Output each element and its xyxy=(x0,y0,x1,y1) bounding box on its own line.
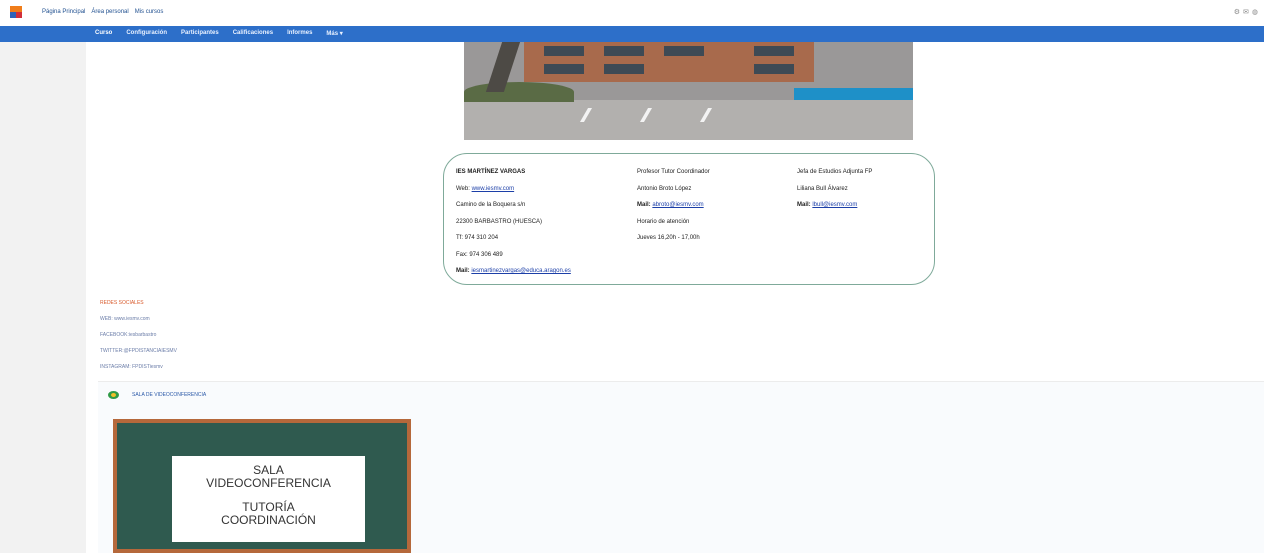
user-icon[interactable]: ◍ xyxy=(1252,8,1258,16)
social-instagram[interactable]: INSTAGRAM: FPDISTiesmv xyxy=(100,359,177,375)
tutor-hours-label: Horario de atención xyxy=(637,218,690,225)
social-heading: REDES SOCIALES xyxy=(100,300,144,306)
head-name: Liliana Bull Álvarez xyxy=(797,185,848,192)
school-phone: Tf: 974 310 204 xyxy=(456,235,499,241)
school-city: 22300 BARBASTRO (HUESCA) xyxy=(456,218,543,225)
contact-info-box: IES MARTÍNEZ VARGAS Web: www.iesmv.com C… xyxy=(443,153,935,285)
nav-item-settings[interactable]: Configuración xyxy=(126,30,167,37)
head-mail-label: Mail: xyxy=(797,202,811,208)
nav-item-reports[interactable]: Informes xyxy=(287,30,312,37)
school-photo xyxy=(464,42,913,140)
tutor-name: Antonio Broto López xyxy=(637,185,692,192)
school-name: IES MARTÍNEZ VARGAS xyxy=(456,169,526,175)
top-link-my-courses[interactable]: Mis cursos xyxy=(135,9,164,15)
social-facebook[interactable]: FACEBOOK:iesbarbastro xyxy=(100,327,177,343)
school-web-label: Web: xyxy=(456,185,470,192)
social-links-list: REDES SOCIALES WEB: www.iesmv.com FACEBO… xyxy=(100,295,177,375)
top-bar: Página Principal Área personal Mis curso… xyxy=(0,0,1264,26)
top-links: Página Principal Área personal Mis curso… xyxy=(42,9,163,15)
videoconference-link[interactable]: SALA DE VIDEOCONFERENCIA xyxy=(132,392,206,398)
school-fax: Fax: 974 306 489 xyxy=(456,251,503,258)
course-navbar: Curso Configuración Participantes Califi… xyxy=(0,26,1264,42)
banner-card: SALA VIDEOCONFERENCIA TUTORÍA COORDINACI… xyxy=(172,456,365,542)
school-contact-column: IES MARTÍNEZ VARGAS Web: www.iesmv.com C… xyxy=(456,164,571,280)
school-mail-link[interactable]: iesmartinezvargas@educa.aragon.es xyxy=(471,268,570,274)
top-icons: ⚙ ✉ ◍ xyxy=(1234,8,1258,16)
settings-icon[interactable]: ⚙ xyxy=(1234,8,1240,16)
videoconference-banner[interactable]: SALA VIDEOCONFERENCIA TUTORÍA COORDINACI… xyxy=(113,419,411,553)
nav-item-grades[interactable]: Calificaciones xyxy=(233,30,273,37)
site-logo[interactable] xyxy=(10,6,22,18)
message-icon[interactable]: ✉ xyxy=(1243,8,1249,16)
tutor-mail-link[interactable]: abroto@iesmv.com xyxy=(652,202,703,208)
nav-item-more[interactable]: Más ▾ xyxy=(326,30,342,37)
sidebar xyxy=(0,42,86,553)
tutor-contact-column: Profesor Tutor Coordinador Antonio Broto… xyxy=(637,164,710,247)
top-link-home[interactable]: Página Principal xyxy=(42,9,85,15)
tutor-mail-label: Mail: xyxy=(637,202,651,208)
head-role: Jefa de Estudios Adjunta FP xyxy=(797,169,873,175)
videoconference-icon[interactable] xyxy=(108,391,119,399)
head-mail-link[interactable]: lbull@iesmv.com xyxy=(812,202,857,208)
school-web-link[interactable]: www.iesmv.com xyxy=(472,186,515,192)
social-web[interactable]: WEB: www.iesmv.com xyxy=(100,311,177,327)
nav-item-course[interactable]: Curso xyxy=(95,30,112,37)
school-address: Camino de la Boquera s/n xyxy=(456,202,526,208)
social-twitter[interactable]: TWITTER:@FPDISTANCIAIESMV xyxy=(100,343,177,359)
nav-item-participants[interactable]: Participantes xyxy=(181,30,219,37)
banner-line-2: VIDEOCONFERENCIA xyxy=(206,476,331,490)
head-of-studies-column: Jefa de Estudios Adjunta FP Liliana Bull… xyxy=(797,164,872,214)
tutor-hours: Jueves 16,20h - 17,00h xyxy=(637,235,700,241)
page: Página Principal Área personal Mis curso… xyxy=(0,0,1264,553)
banner-line-4: COORDINACIÓN xyxy=(221,513,316,527)
tutor-role: Profesor Tutor Coordinador xyxy=(637,169,710,175)
top-link-personal-area[interactable]: Área personal xyxy=(91,9,128,15)
school-mail-label: Mail: xyxy=(456,268,470,274)
